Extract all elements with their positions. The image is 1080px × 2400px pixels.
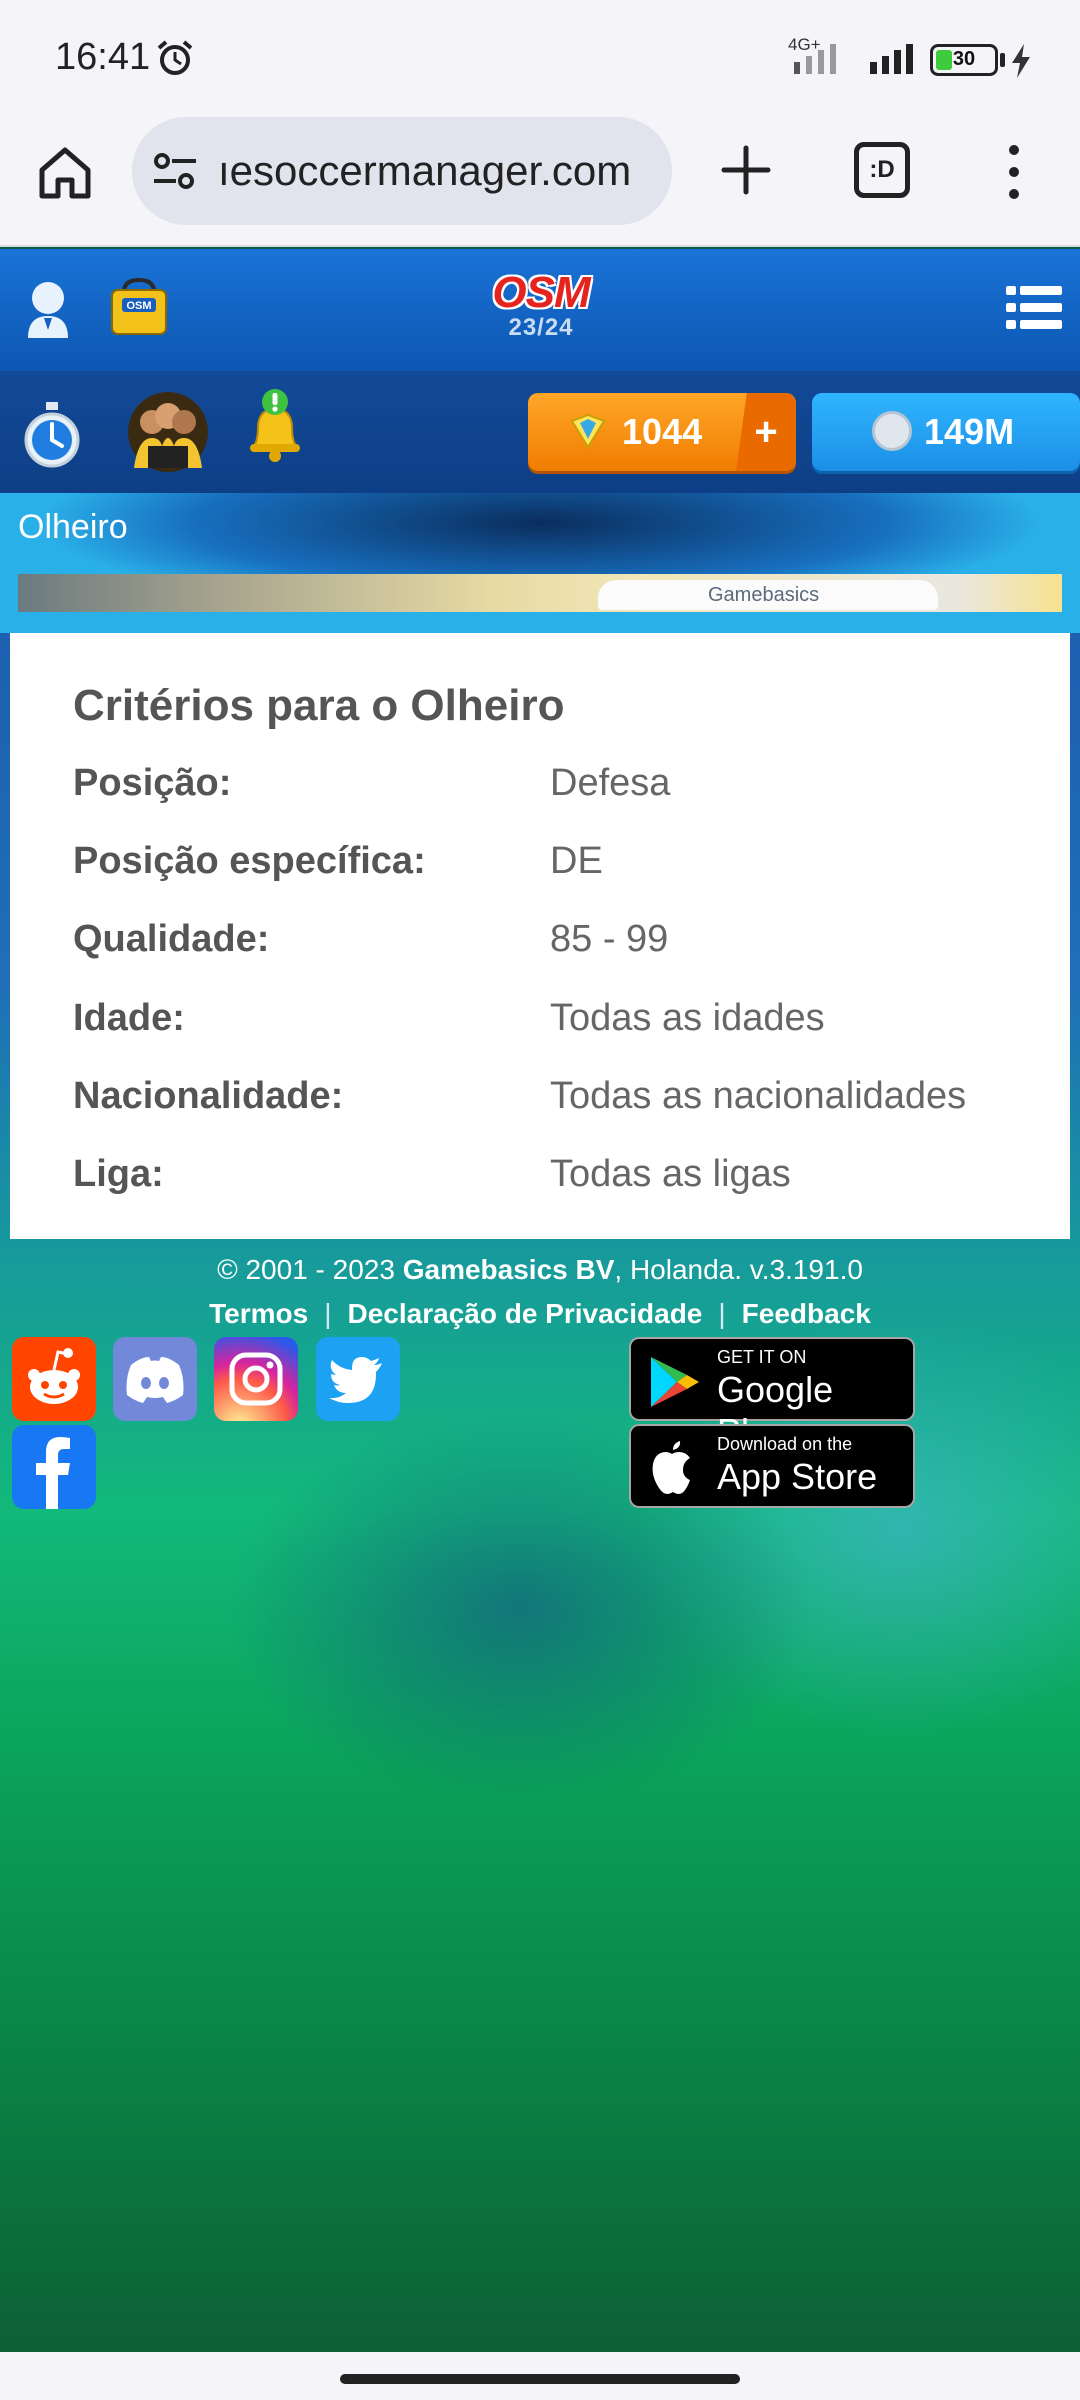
app-store-small-text: Download on the — [717, 1434, 853, 1454]
criteria-label: Qualidade: — [73, 918, 270, 960]
reddit-icon[interactable] — [12, 1337, 96, 1421]
alarm-icon — [157, 40, 193, 75]
criteria-row: Nacionalidade: Todas as nacionalidades — [73, 1075, 1033, 1135]
criteria-label: Idade: — [73, 997, 185, 1039]
page-title: Olheiro — [18, 508, 128, 546]
google-play-icon — [651, 1357, 699, 1407]
criteria-value: Todas as nacionalidades — [550, 1075, 967, 1117]
feedback-link[interactable]: Feedback — [742, 1298, 871, 1329]
criteria-label: Posição: — [73, 762, 232, 804]
shop-icon[interactable]: OSM — [108, 276, 170, 338]
app-store-big-text: App Store — [717, 1456, 878, 1497]
twitter-icon[interactable] — [316, 1337, 400, 1421]
gem-icon — [570, 413, 606, 449]
season-label: 23/24 — [508, 314, 574, 341]
tab-switcher-button[interactable]: :D — [854, 142, 910, 198]
criteria-row: Qualidade: 85 - 99 — [73, 918, 1033, 978]
battery-icon: 30 — [930, 44, 998, 76]
criteria-value: Todas as ligas — [550, 1153, 791, 1195]
company-name: Gamebasics BV — [402, 1254, 615, 1285]
staff-icon[interactable] — [126, 390, 210, 474]
add-gems-button[interactable]: + — [736, 393, 796, 471]
criteria-label: Posição específica: — [73, 840, 426, 882]
new-tab-icon[interactable] — [718, 142, 774, 198]
osm-logo[interactable]: OSM 23/24 — [478, 268, 604, 350]
criteria-value: Todas as idades — [550, 997, 825, 1039]
gems-button[interactable]: 1044 + — [528, 393, 796, 471]
home-icon[interactable] — [34, 142, 96, 204]
privacy-link[interactable]: Declaração de Privacidade — [348, 1298, 703, 1329]
google-play-badge[interactable]: GET IT ON Google Play — [629, 1337, 915, 1452]
gems-count: 1044 — [622, 411, 703, 452]
criteria-label: Nacionalidade: — [73, 1075, 344, 1117]
home-gesture-bar[interactable] — [340, 2374, 740, 2384]
ad-banner[interactable]: Gamebasics — [18, 574, 1062, 612]
criteria-row: Liga: Todas as ligas — [73, 1153, 1033, 1213]
criteria-row: Idade: Todas as idades — [73, 997, 1033, 1057]
card-title: Critérios para o Olheiro — [73, 681, 565, 730]
footer-links: Termos | Declaração de Privacidade | Feedbac… — [0, 1298, 1080, 1330]
link-separator: | — [324, 1298, 332, 1329]
criteria-row: Posição: Defesa — [73, 762, 1033, 822]
status-bar: 16:41 4G+ 30 — [0, 0, 1080, 112]
manager-profile-icon[interactable] — [24, 280, 72, 340]
discord-icon[interactable] — [113, 1337, 197, 1421]
coins-button[interactable]: 149M — [812, 393, 1080, 471]
svg-text:OSM: OSM — [126, 300, 151, 312]
link-separator: | — [718, 1298, 726, 1329]
page-header — [0, 493, 1080, 633]
copyright-suffix: , Holanda. v.3.191.0 — [614, 1254, 863, 1285]
more-options-icon[interactable] — [1000, 142, 1028, 202]
criteria-row: Posição específica: DE — [73, 840, 1033, 900]
google-play-small-text: GET IT ON — [717, 1347, 807, 1367]
menu-icon[interactable] — [1006, 284, 1062, 332]
banner-text: Gamebasics — [708, 584, 820, 606]
criteria-label: Liga: — [73, 1153, 164, 1195]
criteria-value: 85 - 99 — [550, 918, 669, 960]
battery-level: 30 — [952, 48, 976, 70]
scout-criteria-card: Critérios para o Olheiro Posição: Defesa… — [10, 633, 1070, 1239]
instagram-icon[interactable] — [214, 1337, 298, 1421]
copyright-text: © 2001 - 2023 Gamebasics BV, Holanda. v.… — [0, 1254, 1080, 1286]
charging-icon — [1012, 44, 1030, 78]
signal-icon — [794, 44, 836, 74]
criteria-value: Defesa — [550, 762, 671, 804]
stopwatch-icon[interactable] — [22, 400, 82, 470]
url-text: ıesoccermanager.com — [218, 147, 632, 194]
address-bar[interactable]: ıesoccermanager.com — [132, 117, 672, 225]
coins-count: 149M — [924, 411, 1015, 452]
status-time: 16:41 — [55, 36, 151, 78]
browser-toolbar: ıesoccermanager.com :D — [0, 112, 1080, 247]
copyright-prefix: © 2001 - 2023 — [217, 1254, 403, 1285]
coin-icon — [872, 411, 912, 451]
app-store-badge[interactable]: Download on the App Store — [629, 1424, 915, 1508]
apple-icon — [652, 1441, 690, 1494]
site-settings-icon[interactable] — [152, 151, 198, 191]
facebook-icon[interactable] — [12, 1425, 96, 1509]
terms-link[interactable]: Termos — [209, 1298, 308, 1329]
criteria-value: DE — [550, 840, 603, 882]
notifications-bell-icon[interactable] — [244, 388, 306, 464]
logo-text: OSM — [492, 268, 590, 317]
signal-icon — [870, 44, 913, 74]
